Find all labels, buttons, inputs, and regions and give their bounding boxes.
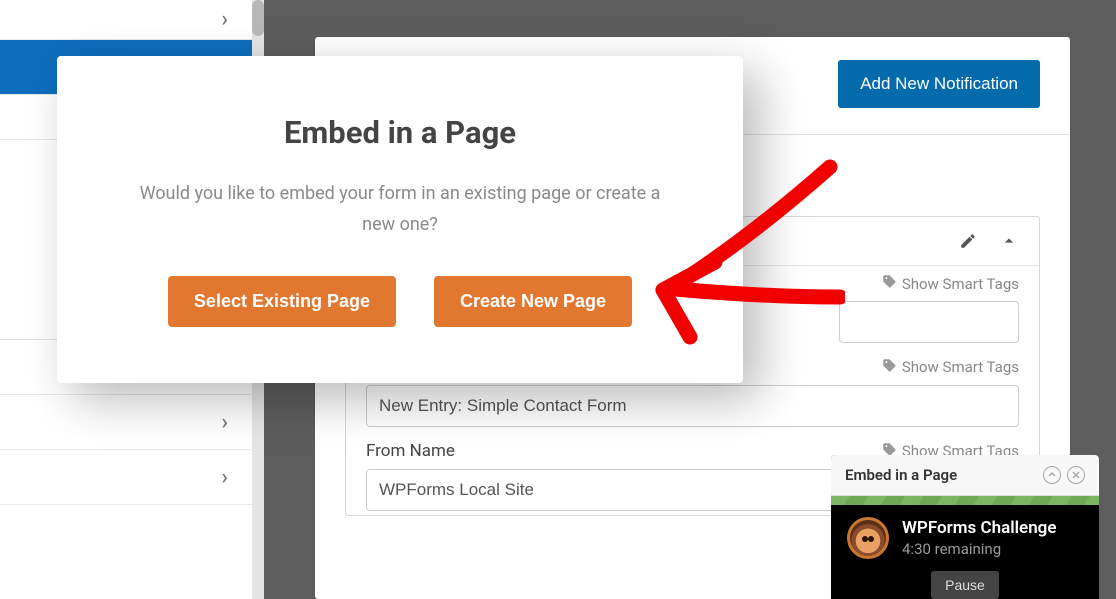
chevron-right-icon: ›: [221, 410, 228, 435]
edit-icon[interactable]: [959, 232, 977, 250]
send-to-input[interactable]: [839, 301, 1019, 343]
from-name-label: From Name: [366, 441, 455, 461]
chevron-right-icon: ›: [221, 7, 228, 32]
scrollbar-thumb[interactable]: [252, 0, 264, 36]
close-icon[interactable]: [1067, 466, 1085, 484]
challenge-footer: Pause: [831, 561, 1099, 599]
embed-modal: Embed in a Page Would you like to embed …: [57, 56, 743, 383]
challenge-progress-stripe: [831, 496, 1099, 505]
challenge-body: WPForms Challenge 4:30 remaining: [831, 505, 1099, 561]
smart-tags-toggle[interactable]: Show Smart Tags: [882, 274, 1019, 293]
create-new-page-button[interactable]: Create New Page: [434, 276, 632, 327]
email-subject-input[interactable]: [366, 385, 1019, 427]
challenge-title: WPForms Challenge: [902, 518, 1057, 538]
chevron-right-icon: ›: [221, 465, 228, 490]
sidebar-item[interactable]: ›: [0, 395, 263, 450]
sidebar-item[interactable]: ›: [0, 450, 263, 505]
add-notification-button[interactable]: Add New Notification: [838, 60, 1040, 108]
smart-tags-label: Show Smart Tags: [902, 358, 1019, 376]
minimize-icon[interactable]: [1043, 466, 1061, 484]
modal-description: Would you like to embed your form in an …: [130, 179, 670, 240]
sidebar-item[interactable]: ›: [0, 0, 263, 40]
mascot-icon: [847, 517, 889, 559]
challenge-header-title: Embed in a Page: [845, 466, 957, 484]
chevron-up-icon[interactable]: [999, 231, 1019, 251]
smart-tags-toggle[interactable]: Show Smart Tags: [882, 358, 1019, 377]
tag-icon: [882, 358, 897, 377]
modal-button-row: Select Existing Page Create New Page: [97, 276, 703, 327]
modal-title: Embed in a Page: [97, 114, 703, 151]
tag-icon: [882, 274, 897, 293]
challenge-header: Embed in a Page: [831, 455, 1099, 496]
smart-tags-label: Show Smart Tags: [902, 275, 1019, 293]
challenge-toast: Embed in a Page WPForms Challenge 4:30 r…: [831, 455, 1099, 599]
challenge-remaining: 4:30 remaining: [902, 540, 1057, 558]
pause-button[interactable]: Pause: [931, 571, 999, 599]
select-existing-page-button[interactable]: Select Existing Page: [168, 276, 396, 327]
